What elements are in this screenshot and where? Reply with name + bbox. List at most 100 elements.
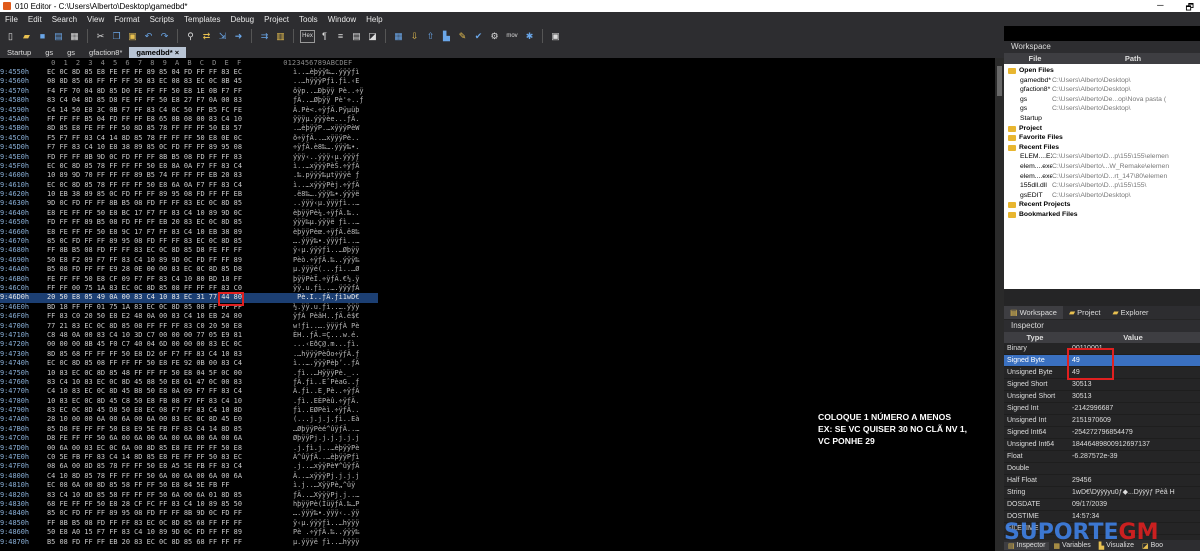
hex-row[interactable]: 9:4690h 50 E8 F2 09 F7 FF 83 C4 10 89 9D …: [0, 256, 378, 265]
hex-bytes[interactable]: C4 10 83 EC 0C 8D 45 B8 50 E8 0A 09 F7 F…: [47, 387, 293, 396]
ascii-text[interactable]: Ä.Pè<.÷ÿƒÄ.Pÿµüþ: [293, 106, 378, 115]
ascii-text[interactable]: À^ûÿƒÄ..…èþÿÿPƒì: [293, 453, 378, 462]
hex-row[interactable]: 9:4700h 77 21 83 EC 0C 8D 85 08 FF FF FF …: [0, 322, 378, 331]
ascii-text[interactable]: ….ýÿÿ‰•.ýÿÿ‹..ýÿ: [293, 509, 378, 518]
hex-bytes[interactable]: 28 10 00 00 6A 00 6A 00 6A 00 83 EC 0C 8…: [47, 415, 293, 424]
ascii-text[interactable]: ÿƒÀ PèâH..ƒÄ.ë$€: [293, 312, 378, 321]
tree-file[interactable]: gamedbd* C:\Users\Alberto\Desktop\: [1008, 76, 1200, 86]
hex-row[interactable]: 9:45D0h F7 FF 83 C4 10 E8 38 89 85 0C FD …: [0, 143, 378, 152]
ascii-text[interactable]: .…hÿÿÿPèÒo÷ÿƒÄ.ƒ: [293, 350, 378, 359]
hex-bytes[interactable]: EC 08 6A 00 8D 85 58 FF FF 50 E8 84 5E F…: [47, 481, 293, 490]
inspector-row[interactable]: String 1wD€\Dÿÿÿyu0ƒ◆...Dÿÿÿƒ Pèâ H: [1004, 487, 1200, 499]
hex-row[interactable]: 9:4680h FF 8B B5 08 FD FF FF 83 EC 0C 8D …: [0, 246, 378, 255]
tab-project[interactable]: ▰ Project: [1063, 308, 1107, 317]
calculator-icon[interactable]: ▦: [392, 30, 405, 43]
hex-row[interactable]: 9:4860h 50 E8 A0 15 F7 FF 83 C4 10 89 9D …: [0, 528, 378, 537]
ascii-text[interactable]: ì..…èþÿÿ‰….ýÿÿƒì: [293, 68, 378, 77]
tab-workspace[interactable]: ▤ Workspace: [1004, 306, 1063, 319]
hex-bytes[interactable]: 85 0C FD FF FF 89 95 08 FD FF FF 8B 9D 0…: [47, 509, 293, 518]
cut-icon[interactable]: ✂: [94, 30, 107, 43]
run-script-icon[interactable]: mov: [504, 30, 520, 43]
print-icon[interactable]: ▦: [68, 30, 81, 43]
editor-scrollbar[interactable]: [995, 58, 1004, 551]
inspector-value[interactable]: 2151970609: [1070, 415, 1200, 426]
redo-icon[interactable]: ↷: [158, 30, 171, 43]
ascii-text[interactable]: Pè .÷ÿƒÄ.‰..ýÿÿ‰: [293, 528, 378, 537]
ascii-text[interactable]: èþÿÿPè¼.÷ÿƒÄ.‰..: [293, 209, 378, 218]
hex-row[interactable]: 9:46D0h 20 50 E8 05 49 0A 00 83 C4 10 83 …: [0, 293, 378, 303]
menu-view[interactable]: View: [82, 15, 109, 24]
ascii-text[interactable]: ì..…xÿÿÿPèŠ.÷ÿƒÄ: [293, 162, 378, 171]
menu-edit[interactable]: Edit: [23, 15, 47, 24]
ascii-text[interactable]: ….ýÿÿ‰•.ýÿÿƒì..…: [293, 237, 378, 246]
hex-bytes[interactable]: EC 0C 8D 85 78 FF FF FF 50 E8 6A 0A F7 F…: [47, 181, 293, 190]
hex-bytes[interactable]: F5 F7 FF 83 C4 14 8D 85 78 FF FF FF 50 E…: [47, 134, 293, 143]
hex-row[interactable]: 9:4570h F4 FF 70 04 8D 85 D0 FE FF FF 50 …: [0, 87, 378, 96]
scrollbar-thumb[interactable]: [997, 66, 1002, 96]
ascii-text[interactable]: .ƒì..EÈPèû.÷ÿƒÄ.: [293, 397, 378, 406]
hex-row[interactable]: 9:45E0h FD FF FF 8B 9D 0C FD FF FF 8B B5 …: [0, 153, 378, 162]
import-icon[interactable]: ⇩: [408, 30, 421, 43]
ascii-text[interactable]: ÈH..ƒÄ.=Ç...w.é.: [293, 331, 378, 340]
inspector-value[interactable]: 18446489800912697137: [1070, 439, 1200, 450]
hex-row[interactable]: 9:47C0h D8 FE FF FF 50 6A 00 6A 00 6A 00 …: [0, 434, 378, 443]
inspector-value[interactable]: 29456: [1070, 475, 1200, 486]
inspector-value[interactable]: 30513: [1070, 379, 1200, 390]
col-value[interactable]: Value: [1066, 332, 1200, 343]
ascii-text[interactable]: Pè.I..ƒÄ.ƒì1wD€: [293, 293, 378, 303]
ascii-text[interactable]: .ƒì..…HÿÿÿPè._..: [293, 369, 378, 378]
hex-bytes[interactable]: 20 50 E8 05 49 0A 00 83 C4 10 83 EC 31 7…: [47, 293, 293, 303]
hex-row[interactable]: 9:4850h FF 8B B5 08 FD FF FF 83 EC 0C 8D …: [0, 519, 378, 528]
find-icon[interactable]: ⚲: [184, 30, 197, 43]
hex-bytes[interactable]: BD 18 FF FF 01 75 1A 83 EC 0C 8D 85 08 F…: [47, 303, 293, 312]
hex-mode-icon[interactable]: Hex: [300, 29, 315, 43]
ascii-text[interactable]: ÿÿÿµ.ýÿÿèe...ƒÄ.: [293, 115, 378, 124]
hex-row[interactable]: 9:4650h FD FF FF 89 B5 08 FD FF FF EB 20 …: [0, 218, 378, 227]
hex-bytes[interactable]: FE FF FF 50 E8 CF 09 F7 FF 83 C4 10 80 B…: [47, 275, 293, 284]
hex-row[interactable]: 9:4870h B5 08 FD FF FF EB 20 83 EC 0C 8D …: [0, 538, 378, 547]
hex-row[interactable]: 9:4620h 10 EB 38 89 85 0C FD FF FF 89 95 …: [0, 190, 378, 199]
menu-search[interactable]: Search: [47, 15, 82, 24]
ascii-text[interactable]: (...j.j.j.ƒì..Eà: [293, 415, 378, 424]
ascii-text[interactable]: ..ýÿÿ‹µ.ýÿÿƒì..…: [293, 199, 378, 208]
ascii-text[interactable]: ôÿp..…Ðþÿÿ Pè..÷ÿ: [293, 87, 378, 96]
hex-row[interactable]: 9:4670h 85 0C FD FF FF 89 95 08 FD FF FF …: [0, 237, 378, 246]
hex-row[interactable]: 9:4560h 08 8D 85 68 FF FF FF 50 83 EC 08 …: [0, 77, 378, 86]
tab-gfaction8[interactable]: gfaction8*: [82, 47, 129, 58]
hex-bytes[interactable]: 83 C4 10 83 EC 0C 8D 45 88 50 E8 61 47 0…: [47, 378, 293, 387]
tree-group[interactable]: Recent Files: [1008, 143, 1200, 153]
inspector-value[interactable]: [1070, 463, 1200, 474]
hex-bytes[interactable]: 85 D8 FE FF FF 50 E8 E9 5E FB FF 83 C4 1…: [47, 425, 293, 434]
hex-bytes[interactable]: 77 21 83 EC 0C 8D 85 08 FF FF FF 83 C0 2…: [47, 322, 293, 331]
inspector-row[interactable]: Unsigned Short 30513: [1004, 391, 1200, 403]
hex-row[interactable]: 9:45C0h F5 F7 FF 83 C4 14 8D 85 78 FF FF …: [0, 134, 378, 143]
hex-bytes[interactable]: 85 0C FD FF FF 89 95 08 FD FF FF 83 EC 0…: [47, 237, 293, 246]
inspector-value[interactable]: 30513: [1070, 391, 1200, 402]
hex-bytes[interactable]: 08 6A 00 8D 85 78 FF FF 50 E8 A5 5E FB F…: [47, 462, 293, 471]
inspector-row[interactable]: Float -6.287572e-39: [1004, 451, 1200, 463]
ascii-text[interactable]: ÿÿ.u.ƒì..….ÿÿÿƒÀ: [293, 284, 378, 293]
ascii-text[interactable]: ýÿÿ‹..ýÿÿ‹µ.ýÿÿƒ: [293, 153, 378, 162]
ascii-text[interactable]: Pèò.÷ÿƒÄ.‰..ýÿÿ‰: [293, 256, 378, 265]
hex-row[interactable]: 9:4580h 83 C4 04 8D 85 D8 FE FF FF 50 E8 …: [0, 96, 378, 105]
ascii-text[interactable]: w!ƒì..….ÿÿÿƒÀ Pè: [293, 322, 378, 331]
tab-explorer[interactable]: ▰ Explorer: [1106, 308, 1154, 317]
hex-row[interactable]: 9:4810h EC 08 6A 00 8D 85 58 FF FF 50 E8 …: [0, 481, 378, 490]
tree-file[interactable]: 155dll.dll C:\Users\Alberto\D...p\155\155…: [1008, 181, 1200, 191]
tree-group[interactable]: Open Files: [1008, 66, 1200, 76]
inspector-value[interactable]: 09/17/2039: [1070, 499, 1200, 510]
hex-bytes[interactable]: C8 48 0A 00 83 C4 10 3D C7 00 00 00 77 0…: [47, 331, 293, 340]
menu-file[interactable]: File: [0, 15, 23, 24]
hex-bytes[interactable]: 10 83 EC 0C 8D 45 C8 50 E8 FB 08 F7 FF 8…: [47, 397, 293, 406]
ascii-text[interactable]: …ØþÿÿPèé^ûÿƒÄ..…: [293, 425, 378, 434]
ascii-text[interactable]: èþÿÿPèœ.÷ÿƒÄ.ë8‰: [293, 228, 378, 237]
hex-row[interactable]: 9:4610h EC 0C 8D 85 78 FF FF FF 50 E8 6A …: [0, 181, 378, 190]
hex-bytes[interactable]: 00 00 00 8B 45 F0 C7 40 04 6D 00 00 00 8…: [47, 340, 293, 349]
hex-bytes[interactable]: EC 0C 8D 85 E8 FE FF FF 89 85 04 FD FF F…: [47, 68, 293, 77]
hex-bytes[interactable]: E8 FE FF FF 50 E8 9C 17 F7 FF 83 C4 10 E…: [47, 228, 293, 237]
ascii-text[interactable]: .j..…xÿÿPè¥^ûÿƒÄ: [293, 462, 378, 471]
compare-icon[interactable]: ⇉: [258, 30, 271, 43]
hex-editor[interactable]: 0 1 2 3 4 5 6 7 8 9 A B C D E F 01234567…: [0, 58, 995, 551]
col-file[interactable]: File: [1004, 53, 1066, 64]
hex-bytes[interactable]: EC 0C 8D 85 78 FF FF FF 50 E8 8A 0A F7 F…: [47, 162, 293, 171]
